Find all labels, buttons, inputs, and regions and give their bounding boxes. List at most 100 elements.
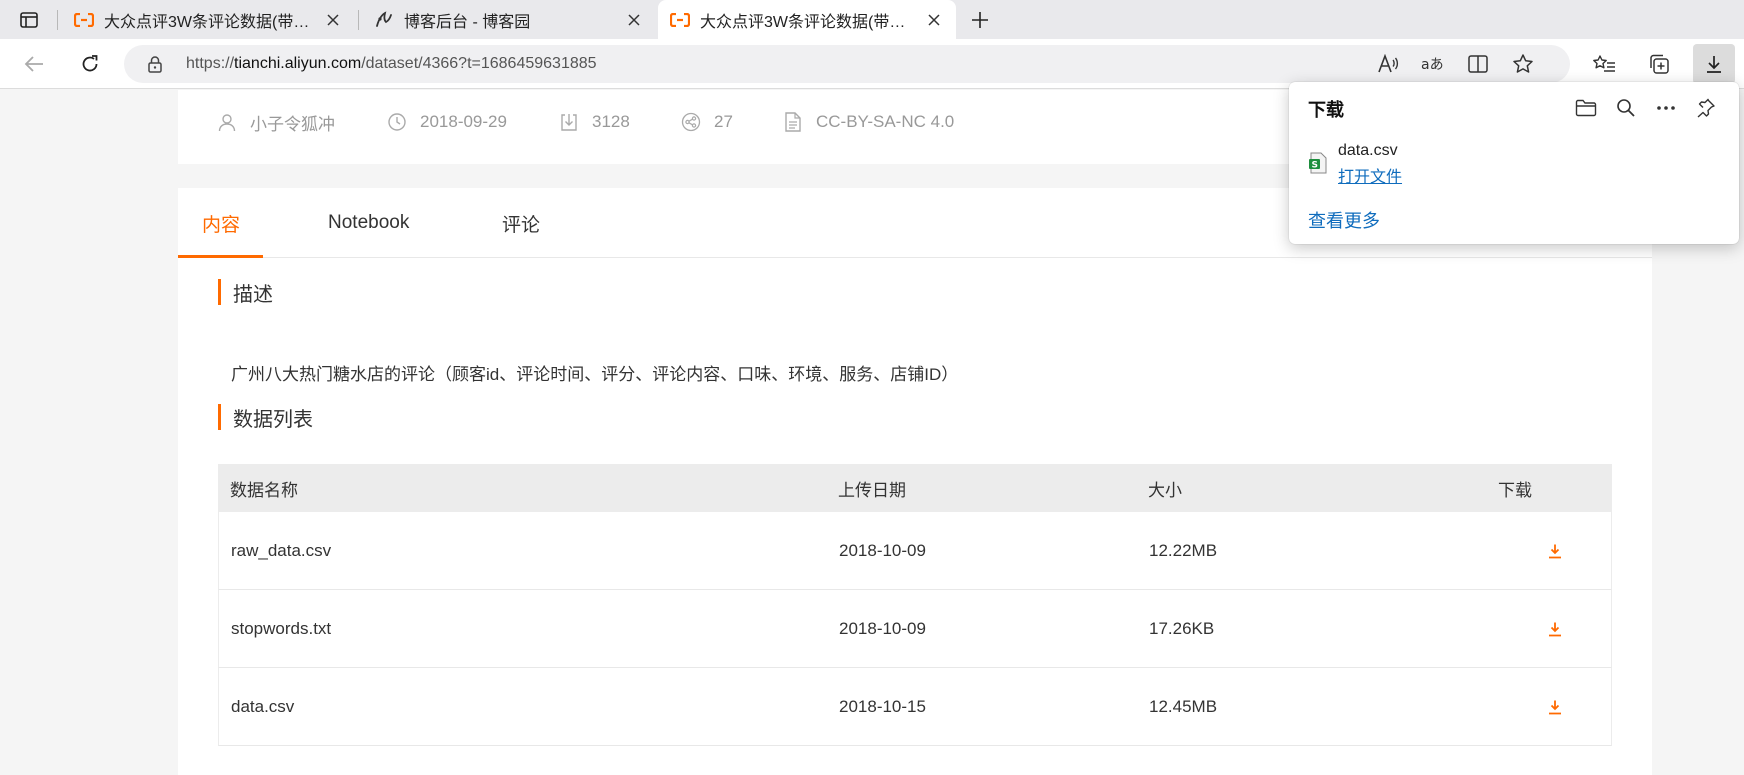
split-screen-button[interactable]	[1464, 50, 1492, 78]
lock-icon[interactable]	[146, 55, 164, 73]
pin-icon	[1697, 98, 1715, 118]
clock-icon	[386, 111, 408, 133]
tab-cnblogs[interactable]: 博客后台 - 博客园	[362, 0, 656, 39]
favorite-button[interactable]	[1509, 50, 1537, 78]
upload-date: 2018-10-09	[839, 540, 926, 560]
folder-icon	[1575, 99, 1597, 117]
dataset-detail-card: 内容 Notebook 评论 描述 广州八大热门糖水店的评论（顾客id、评论时间…	[178, 188, 1652, 775]
url-prefix: https://	[186, 55, 235, 72]
table-row: stopwords.txt 2018-10-09 17.26KB	[218, 590, 1612, 668]
spreadsheet-file-icon: S	[1309, 152, 1327, 174]
author-name[interactable]: 小子令狐冲	[250, 110, 335, 135]
tab-strip: 大众点评3W条评论数据(带标签)_ 博客后台 - 博客园 大众点评3W条评论数据…	[0, 0, 1744, 39]
cnblogs-icon	[374, 10, 394, 30]
svg-text:aあ: aあ	[1421, 57, 1444, 73]
downloads-button[interactable]	[1693, 44, 1735, 84]
tab-actions-icon	[20, 12, 38, 28]
file-name: data.csv	[231, 696, 295, 716]
translate-button[interactable]: aあ	[1419, 50, 1447, 78]
search-icon	[1617, 99, 1635, 117]
close-icon[interactable]	[924, 10, 944, 30]
back-button[interactable]	[18, 48, 50, 80]
see-more-link[interactable]: 查看更多	[1308, 207, 1380, 233]
column-header-name: 数据名称	[230, 480, 298, 500]
tab-title: 大众点评3W条评论数据(带标签)_	[104, 13, 317, 31]
meta-author: 小子令狐冲	[216, 110, 335, 134]
tab-separator	[358, 10, 359, 30]
table-row: data.csv 2018-10-15 12.45MB	[218, 668, 1612, 746]
new-tab-button[interactable]	[966, 6, 994, 34]
upload-date: 2018-10-15	[839, 696, 926, 716]
url-host: tianchi.aliyun.com	[234, 55, 362, 72]
description-text: 广州八大热门糖水店的评论（顾客id、评论时间、评分、评论内容、口味、环境、服务、…	[231, 365, 959, 384]
publish-date: 2018-09-29	[420, 112, 507, 131]
url-path: /dataset/4366?t=1686459631885	[361, 55, 597, 72]
user-icon	[216, 111, 238, 133]
refresh-icon	[82, 55, 98, 72]
column-header-date: 上传日期	[838, 480, 906, 500]
collections-icon	[1650, 54, 1669, 74]
table-row: raw_data.csv 2018-10-09 12.22MB	[218, 512, 1612, 590]
close-icon[interactable]	[624, 10, 644, 30]
refresh-button[interactable]	[74, 48, 106, 80]
file-name: raw_data.csv	[231, 540, 332, 560]
star-icon	[1513, 54, 1533, 73]
share-count: 27	[714, 112, 733, 131]
favorites-list-icon	[1593, 55, 1615, 72]
back-arrow-icon	[24, 56, 43, 72]
download-icon	[1549, 622, 1561, 636]
downloads-flyout: 下载 S data.csv 打开文件 查看更多	[1289, 82, 1739, 244]
plus-icon	[972, 12, 988, 28]
file-size: 12.22MB	[1149, 540, 1218, 560]
active-tab-indicator	[178, 255, 263, 258]
column-header-download: 下载	[1498, 480, 1532, 500]
data-list-heading: 数据列表	[218, 404, 313, 431]
url-text[interactable]: https://tianchi.aliyun.com/dataset/4366?…	[186, 55, 597, 73]
tab-content[interactable]: 内容	[202, 188, 240, 258]
download-icon	[1549, 544, 1561, 558]
data-list-table: 数据名称 上传日期 大小 下载 raw_data.csv 2018-10-09 …	[218, 464, 1612, 746]
split-screen-icon	[1468, 55, 1488, 73]
download-icon	[1549, 700, 1561, 714]
file-name: stopwords.txt	[231, 618, 332, 638]
description-heading: 描述	[218, 279, 273, 306]
upload-date: 2018-10-09	[839, 618, 926, 638]
meta-shares: 27	[680, 110, 733, 134]
search-downloads-button[interactable]	[1612, 94, 1640, 122]
aliyun-icon	[670, 10, 690, 30]
read-aloud-button[interactable]	[1374, 50, 1402, 78]
file-size: 12.45MB	[1149, 696, 1218, 716]
tab-dianping-active[interactable]: 大众点评3W条评论数据(带标签)_	[658, 0, 956, 39]
tab-actions-button[interactable]	[14, 8, 44, 32]
document-icon	[782, 111, 804, 133]
file-download-button[interactable]	[1543, 668, 1567, 745]
downloaded-file-name[interactable]: data.csv	[1338, 142, 1398, 160]
downloads-title: 下载	[1308, 100, 1344, 120]
pin-flyout-button[interactable]	[1692, 94, 1720, 122]
close-icon[interactable]	[323, 10, 343, 30]
meta-date: 2018-09-29	[386, 110, 507, 134]
more-icon	[1657, 106, 1675, 110]
translate-icon: aあ	[1421, 57, 1444, 73]
meta-downloads: 3128	[558, 110, 630, 134]
share-icon	[680, 111, 702, 133]
favorites-button[interactable]	[1588, 48, 1620, 80]
download-icon	[1707, 56, 1721, 73]
open-downloads-folder-button[interactable]	[1572, 94, 1600, 122]
aliyun-icon	[74, 10, 94, 30]
tab-dianping-1[interactable]: 大众点评3W条评论数据(带标签)_	[62, 0, 355, 39]
file-download-button[interactable]	[1543, 512, 1567, 589]
file-download-button[interactable]	[1543, 590, 1567, 667]
tab-title: 大众点评3W条评论数据(带标签)_	[700, 13, 918, 31]
tab-notebook[interactable]: Notebook	[328, 188, 409, 258]
tab-comments[interactable]: 评论	[502, 188, 540, 258]
column-header-size: 大小	[1148, 480, 1182, 500]
collections-button[interactable]	[1643, 48, 1675, 80]
more-options-button[interactable]	[1652, 94, 1680, 122]
tab-title: 博客后台 - 博客园	[404, 13, 531, 31]
address-bar[interactable]: https://tianchi.aliyun.com/dataset/4366?…	[124, 45, 1570, 83]
open-file-link[interactable]: 打开文件	[1338, 163, 1402, 187]
file-size: 17.26KB	[1149, 618, 1215, 638]
download-count-icon	[558, 111, 580, 133]
read-aloud-icon	[1378, 54, 1399, 73]
